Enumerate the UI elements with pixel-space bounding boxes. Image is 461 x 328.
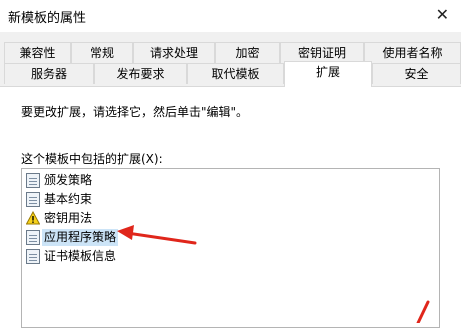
window-title: 新模板的属性	[8, 11, 87, 26]
close-icon[interactable]: ✕	[436, 5, 449, 24]
list-item-label: 基本约束	[44, 192, 93, 206]
extensions-listbox[interactable]: 颁发策略 基本约束 密钥用法 应用程序策略 证书模板信息	[21, 168, 440, 328]
document-icon	[26, 230, 40, 245]
tab-subject-name[interactable]: 使用者名称	[364, 42, 461, 63]
tab-general[interactable]: 常规	[71, 42, 133, 63]
list-item-label: 颁发策略	[44, 173, 93, 187]
tab-server[interactable]: 服务器	[4, 63, 94, 84]
instruction-text: 要更改扩展，请选择它，然后单击"编辑"。	[21, 105, 249, 119]
warning-icon	[26, 211, 40, 226]
tab-label: 发布要求	[116, 67, 165, 81]
list-item-label: 证书模板信息	[44, 249, 117, 263]
tab-label: 请求处理	[149, 46, 198, 60]
tab-compatibility[interactable]: 兼容性	[4, 42, 71, 63]
tab-label: 安全	[404, 67, 429, 81]
tab-label: 加密	[235, 46, 260, 60]
tab-label: 取代模板	[211, 67, 260, 81]
tab-label: 扩展	[315, 65, 340, 79]
title-bar: 新模板的属性 ✕	[0, 0, 461, 32]
tab-label: 常规	[89, 46, 114, 60]
tab-label: 密钥证明	[297, 46, 346, 60]
tab-issuance-requirements[interactable]: 发布要求	[94, 63, 187, 84]
tab-cryptography[interactable]: 加密	[215, 42, 280, 63]
tab-extensions[interactable]: 扩展	[284, 61, 372, 87]
tab-superseded-templates[interactable]: 取代模板	[187, 63, 284, 84]
tab-key-attestation[interactable]: 密钥证明	[280, 42, 364, 63]
tab-label: 兼容性	[19, 46, 56, 60]
document-icon	[26, 173, 40, 188]
tab-security[interactable]: 安全	[372, 63, 461, 84]
tab-label: 服务器	[30, 67, 67, 81]
list-item-label: 应用程序策略	[42, 229, 119, 246]
document-icon	[26, 249, 40, 264]
tab-request-handling[interactable]: 请求处理	[133, 42, 215, 63]
extensions-list-label: 这个模板中包括的扩展(X):	[21, 152, 163, 166]
tab-label: 使用者名称	[382, 46, 443, 60]
document-icon	[26, 192, 40, 207]
list-item-label: 密钥用法	[44, 211, 93, 225]
